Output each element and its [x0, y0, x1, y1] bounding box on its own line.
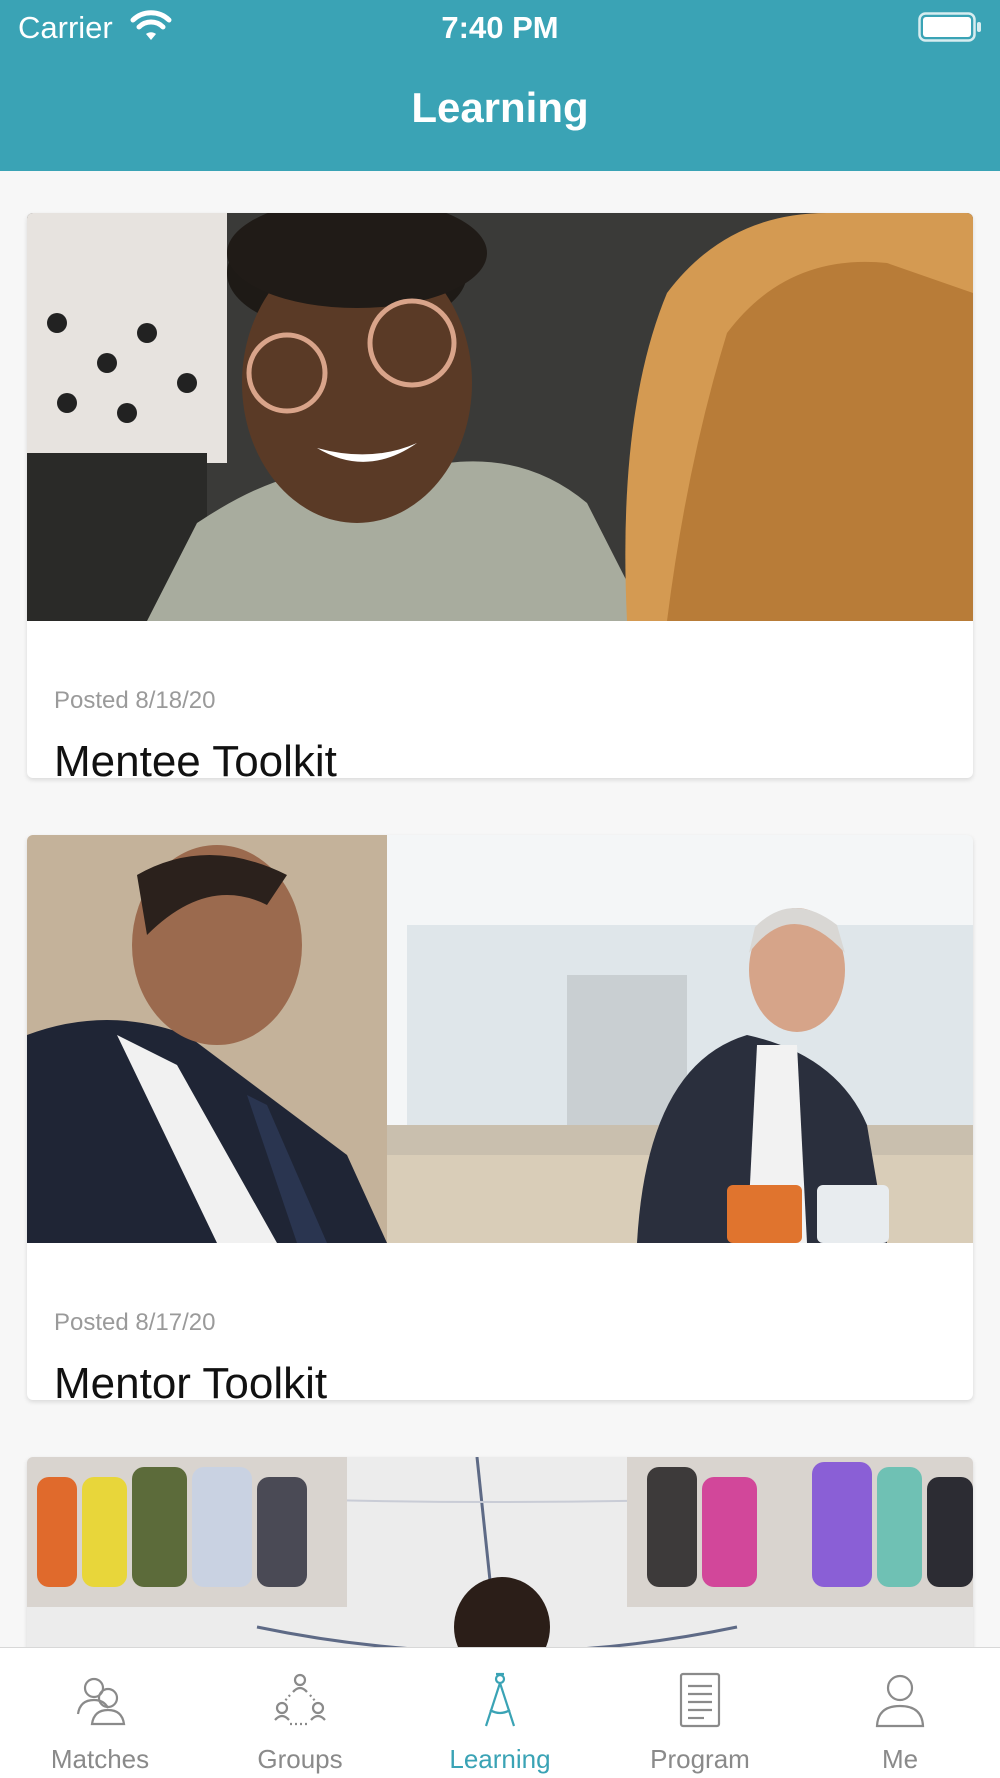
tab-program[interactable]: Program [600, 1648, 800, 1778]
tab-label: Groups [257, 1744, 343, 1774]
compass-icon [484, 1672, 516, 1727]
learning-card[interactable] [27, 1457, 973, 1647]
photo-mentors-talking [27, 835, 973, 1243]
tab-label: Matches [50, 1744, 150, 1774]
card-image [27, 213, 973, 621]
status-bar: Carrier 7:40 PM [0, 0, 1000, 56]
tab-label: Learning [449, 1744, 551, 1774]
card-image [27, 1457, 973, 1647]
learning-card[interactable]: Posted 8/18/20 Mentee Toolkit [27, 213, 973, 778]
tab-matches[interactable]: Matches [0, 1648, 200, 1778]
status-time: 7:40 PM [441, 10, 559, 45]
tab-me[interactable]: Me [800, 1648, 1000, 1778]
document-icon [679, 1672, 721, 1728]
person-icon [875, 1674, 925, 1728]
tab-learning[interactable]: Learning [400, 1648, 600, 1778]
card-image [27, 835, 973, 1243]
card-title[interactable]: Mentor Toolkit [54, 1359, 327, 1400]
tab-groups[interactable]: Groups [200, 1648, 400, 1778]
learning-card[interactable]: Posted 8/17/20 Mentor Toolkit [27, 835, 973, 1400]
card-date: Posted 8/17/20 [54, 1309, 216, 1336]
card-title[interactable]: Mentee Toolkit [54, 737, 337, 778]
page-title: Learning [411, 84, 589, 131]
app-header: Carrier 7:40 PM Learning [0, 0, 1000, 171]
tab-label: Me [881, 1744, 919, 1774]
groups-icon [274, 1673, 326, 1726]
learning-feed[interactable]: Posted 8/18/20 Mentee Toolkit Posted 8/1… [0, 171, 1000, 1647]
card-date: Posted 8/18/20 [54, 687, 216, 714]
battery-icon [918, 12, 981, 42]
photo-audience-gym [27, 1457, 973, 1647]
photo-mentee-conversation [27, 213, 973, 621]
tab-bar: Matches Groups Learning Program Me [0, 1647, 1000, 1778]
tab-label: Program [650, 1744, 750, 1774]
matches-icon [76, 1677, 126, 1726]
